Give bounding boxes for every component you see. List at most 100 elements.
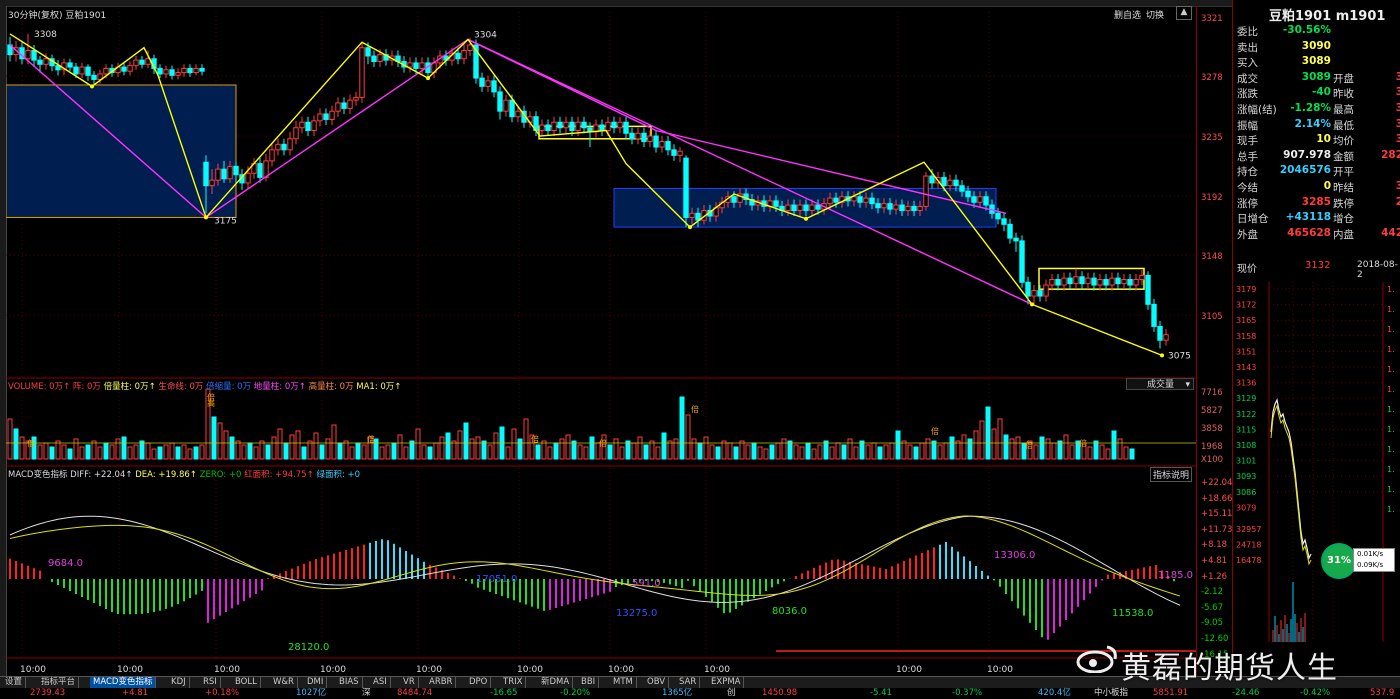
self-select-button[interactable]: 删自选 (1114, 8, 1141, 21)
macd-value-label: 9684.0 (48, 558, 83, 569)
indicator-tab[interactable]: KDJ (168, 677, 190, 688)
volume-bar (655, 446, 661, 460)
volume-bar (271, 436, 277, 460)
volume-bar (1003, 434, 1009, 460)
volume-tick: 5827 (1201, 406, 1223, 416)
volume-tick: 7716 (1201, 388, 1223, 398)
macd-value-label: 13275.0 (616, 608, 657, 619)
candle-body (245, 172, 251, 184)
indicator-tab[interactable]: EXPMA (708, 677, 745, 688)
volume-bar (589, 436, 595, 460)
indicator-tab[interactable]: OBV (644, 677, 670, 688)
indicator-tab[interactable]: MTM (610, 677, 637, 688)
volume-legend-item: 高量柱: 0万 (308, 382, 354, 392)
candle-body (73, 66, 79, 75)
indicator-tab[interactable]: 新DMA (538, 677, 574, 688)
indicator-tab[interactable]: ASI (370, 677, 391, 688)
indicator-tab[interactable]: SAR (676, 677, 701, 688)
volume-bar (37, 444, 43, 460)
volume-bar (229, 436, 235, 460)
candle-body (635, 132, 641, 140)
mini-price-tick: 24718 (1236, 541, 1261, 550)
volume-bar (73, 438, 79, 460)
candle-body (157, 67, 163, 75)
candle-body (257, 163, 263, 178)
price-tick: 3235 (1201, 133, 1223, 143)
candle-body (353, 96, 359, 101)
candle-body (917, 205, 923, 212)
candle-body (899, 204, 905, 212)
quote-label: 开盘 (1333, 72, 1354, 85)
candle-body (875, 203, 881, 209)
indicator-tab[interactable]: BBI (578, 677, 600, 688)
indicator-tab[interactable]: 指标平台 (38, 677, 80, 688)
quote-label: 跌停 (1333, 197, 1354, 210)
indicator-tab[interactable]: ARBR (426, 677, 457, 688)
indicator-tab[interactable]: MACD变色指标 (90, 677, 157, 688)
candle-body (557, 121, 563, 129)
status-item: 深 (362, 688, 371, 698)
switch-button[interactable]: 切换 (1146, 8, 1164, 21)
candle-body (1061, 277, 1067, 286)
candle-body (1013, 237, 1019, 242)
candle-body (467, 44, 473, 51)
candle-body (983, 196, 989, 206)
candle-body (773, 200, 779, 207)
volume-tag: 倍 (1079, 438, 1087, 448)
volume-bar (691, 438, 697, 460)
quote-value: 3 (1395, 180, 1400, 192)
volume-tick: 3858 (1201, 424, 1223, 434)
volume-bar (895, 430, 901, 460)
quote-panel: 豆粕1901 m1901 委比 -30.56% 卖出 3090 买入 3089 成交 3089… (1232, 0, 1400, 699)
indicator-help-button[interactable]: 指标说明 (1150, 467, 1193, 482)
volume-bar (541, 440, 547, 460)
indicator-tab[interactable]: BOLL (232, 677, 261, 688)
volume-bar (475, 436, 481, 460)
progress-badge[interactable]: 31% (1321, 543, 1357, 579)
candle-body (1121, 279, 1127, 285)
volume-legend-item: 地量柱: 0万↑ (253, 382, 306, 392)
kline-chart-svg[interactable]: 3308317533043075倍倍倍倍倍倍倍倍 倍高9684.028120.01… (5, 6, 1196, 676)
candle-body (79, 66, 85, 75)
mini-pct-tick: 1. (1387, 485, 1395, 494)
indicator-tab[interactable]: TRIX (500, 677, 527, 688)
kline-chart-area[interactable]: 3308 3175 3304 3075 倍倍倍倍倍倍倍倍倍高 9684.0 28120.0 1… (5, 6, 1196, 676)
indicator-tab[interactable]: W&R (270, 677, 298, 688)
candle-body (857, 196, 863, 203)
indicator-tab[interactable]: 设置 (2, 677, 27, 688)
chevron-up-icon[interactable]: ▲ (1176, 6, 1192, 20)
status-item: 1365亿 (662, 688, 693, 698)
volume-bar (703, 436, 709, 460)
volume-bar (415, 428, 421, 460)
candle-body (43, 58, 49, 65)
time-tick: 10:00 (896, 665, 922, 675)
net-speed-box: 0.01K/s 0.09K/s (1353, 548, 1395, 572)
status-item: +0.18% (205, 688, 240, 698)
candle-body (365, 47, 371, 57)
volume-bar (961, 434, 967, 460)
indicator-tab[interactable]: RSI (200, 677, 221, 688)
intraday-mini-chart[interactable]: 3179 3172 3165 3158 3151 3143 3136 3129 3122 3115… (1233, 282, 1400, 692)
candle-body (491, 80, 497, 93)
indicator-tab[interactable]: DPO (466, 677, 492, 688)
quote-value: 282 (1381, 148, 1400, 161)
volume-bar (13, 428, 19, 460)
candle-body (869, 197, 875, 205)
candle-body (371, 55, 377, 63)
candle-body (293, 127, 299, 140)
volume-bar (67, 448, 73, 460)
volume-bar (427, 446, 433, 460)
indicator-select[interactable]: 成交量 ▾ (1126, 378, 1194, 390)
volume-legend-item: 倍缩量: 0万 (206, 382, 252, 392)
macd-tick: +8.18 (1201, 540, 1228, 551)
indicator-tab[interactable]: BIAS (336, 677, 363, 688)
status-item: -16.65 (490, 688, 518, 698)
candle-body (323, 113, 329, 120)
volume-bar (1045, 438, 1051, 460)
indicator-tab[interactable]: VR (400, 677, 419, 688)
indicator-tab[interactable]: DMI (304, 677, 328, 688)
volume-bar (253, 446, 259, 460)
volume-bar (619, 446, 625, 460)
dropdown-arrow-icon: ▾ (1185, 380, 1190, 390)
mini-price-line (1270, 398, 1312, 560)
